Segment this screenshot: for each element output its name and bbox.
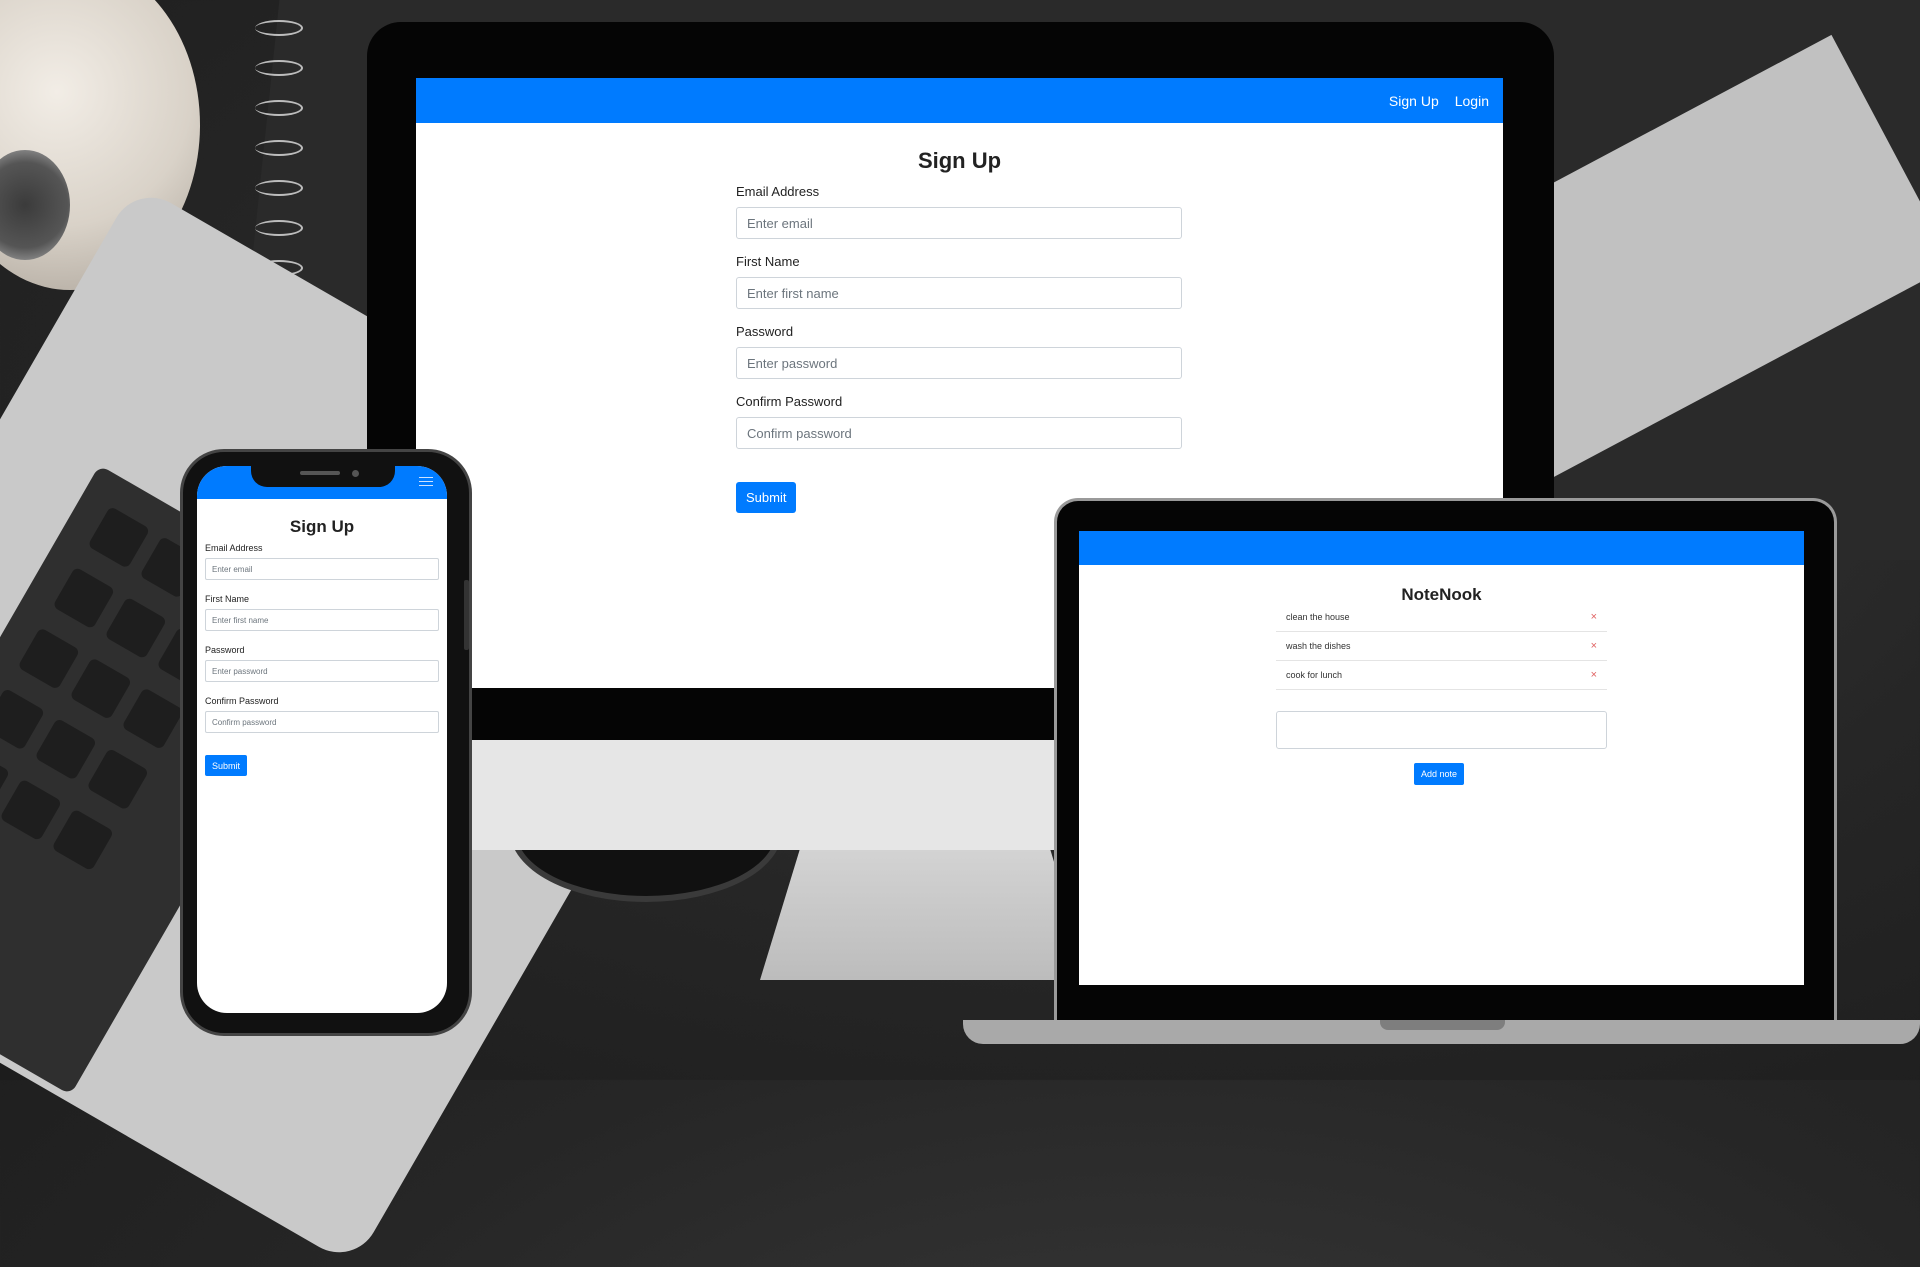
laptop-screen: NoteNook clean the house × wash the dish… — [1079, 531, 1804, 985]
phone-signup-form: Email Address First Name Password Confir… — [205, 543, 439, 776]
keyboard-key — [87, 505, 151, 569]
phone-email-label: Email Address — [205, 543, 263, 553]
signup-form: Email Address First Name Password Confir… — [736, 184, 1182, 513]
phone-page-title: Sign Up — [289, 517, 355, 536]
phone-first-name-label: First Name — [205, 594, 250, 604]
phone-password-group: Password — [205, 645, 439, 682]
confirm-password-field[interactable] — [736, 417, 1182, 449]
notebook-spiral — [255, 100, 303, 116]
laptop-navbar — [1079, 531, 1804, 565]
phone-password-field[interactable] — [205, 660, 439, 682]
keyboard-key — [69, 657, 133, 721]
keyboard-key — [0, 687, 46, 751]
note-textarea[interactable] — [1276, 711, 1607, 749]
nav-login-link[interactable]: Login — [1455, 93, 1489, 109]
nav-links: Sign Up Login — [1389, 78, 1489, 123]
page-title: Sign Up — [917, 148, 1002, 173]
delete-note-icon[interactable]: × — [1591, 611, 1597, 623]
phone-submit-button[interactable]: Submit — [205, 755, 248, 776]
add-note-button[interactable]: Add note — [1414, 763, 1465, 785]
notebook-spiral — [255, 180, 303, 196]
phone-notch — [251, 463, 395, 487]
delete-note-icon[interactable]: × — [1591, 640, 1597, 652]
confirm-password-group: Confirm Password — [736, 394, 1182, 449]
note-list: clean the house × wash the dishes × cook… — [1276, 603, 1607, 690]
password-field[interactable] — [736, 347, 1182, 379]
notebook-spiral — [255, 140, 303, 156]
submit-button[interactable]: Submit — [736, 482, 797, 513]
email-group: Email Address — [736, 184, 1182, 239]
navbar: Sign Up Login — [416, 78, 1503, 123]
keyboard-key — [51, 808, 115, 872]
app-title: NoteNook — [1401, 585, 1482, 604]
phone-first-name-group: First Name — [205, 594, 439, 631]
note-text: clean the house — [1286, 612, 1350, 622]
confirm-password-label: Confirm Password — [736, 394, 843, 409]
list-item: wash the dishes × — [1276, 632, 1607, 661]
phone-confirm-password-field[interactable] — [205, 711, 439, 733]
phone-speaker — [300, 471, 340, 475]
notebook-spiral — [255, 20, 303, 36]
email-label: Email Address — [736, 184, 820, 199]
phone-email-field[interactable] — [205, 558, 439, 580]
laptop-hinge-notch — [1380, 1020, 1505, 1030]
note-text: wash the dishes — [1286, 641, 1351, 651]
keyboard-key — [86, 747, 150, 811]
phone-email-group: Email Address — [205, 543, 439, 580]
first-name-field[interactable] — [736, 277, 1182, 309]
first-name-label: First Name — [736, 254, 800, 269]
phone-screen: Sign Up Email Address First Name Passwor… — [197, 466, 447, 1013]
email-field[interactable] — [736, 207, 1182, 239]
keyboard-key — [0, 778, 63, 842]
phone-confirm-password-group: Confirm Password — [205, 696, 439, 733]
notebook-spiral — [255, 60, 303, 76]
keyboard-key — [104, 596, 168, 660]
notebook-spiral — [255, 220, 303, 236]
keyboard-key — [121, 687, 185, 751]
nav-signup-link[interactable]: Sign Up — [1389, 93, 1439, 109]
password-label: Password — [736, 324, 794, 339]
first-name-group: First Name — [736, 254, 1182, 309]
keyboard-key — [52, 566, 116, 630]
list-item: cook for lunch × — [1276, 661, 1607, 690]
note-text: cook for lunch — [1286, 670, 1343, 680]
monitor-stand — [760, 850, 1090, 980]
phone-password-label: Password — [205, 645, 245, 655]
phone-first-name-field[interactable] — [205, 609, 439, 631]
hamburger-menu-icon[interactable] — [419, 474, 433, 489]
keyboard-key — [34, 717, 98, 781]
keyboard-key — [17, 627, 81, 691]
list-item: clean the house × — [1276, 603, 1607, 632]
password-group: Password — [736, 324, 1182, 379]
phone-camera-icon — [352, 470, 359, 477]
delete-note-icon[interactable]: × — [1591, 669, 1597, 681]
phone-side-button — [464, 580, 469, 650]
phone-confirm-password-label: Confirm Password — [205, 696, 279, 706]
